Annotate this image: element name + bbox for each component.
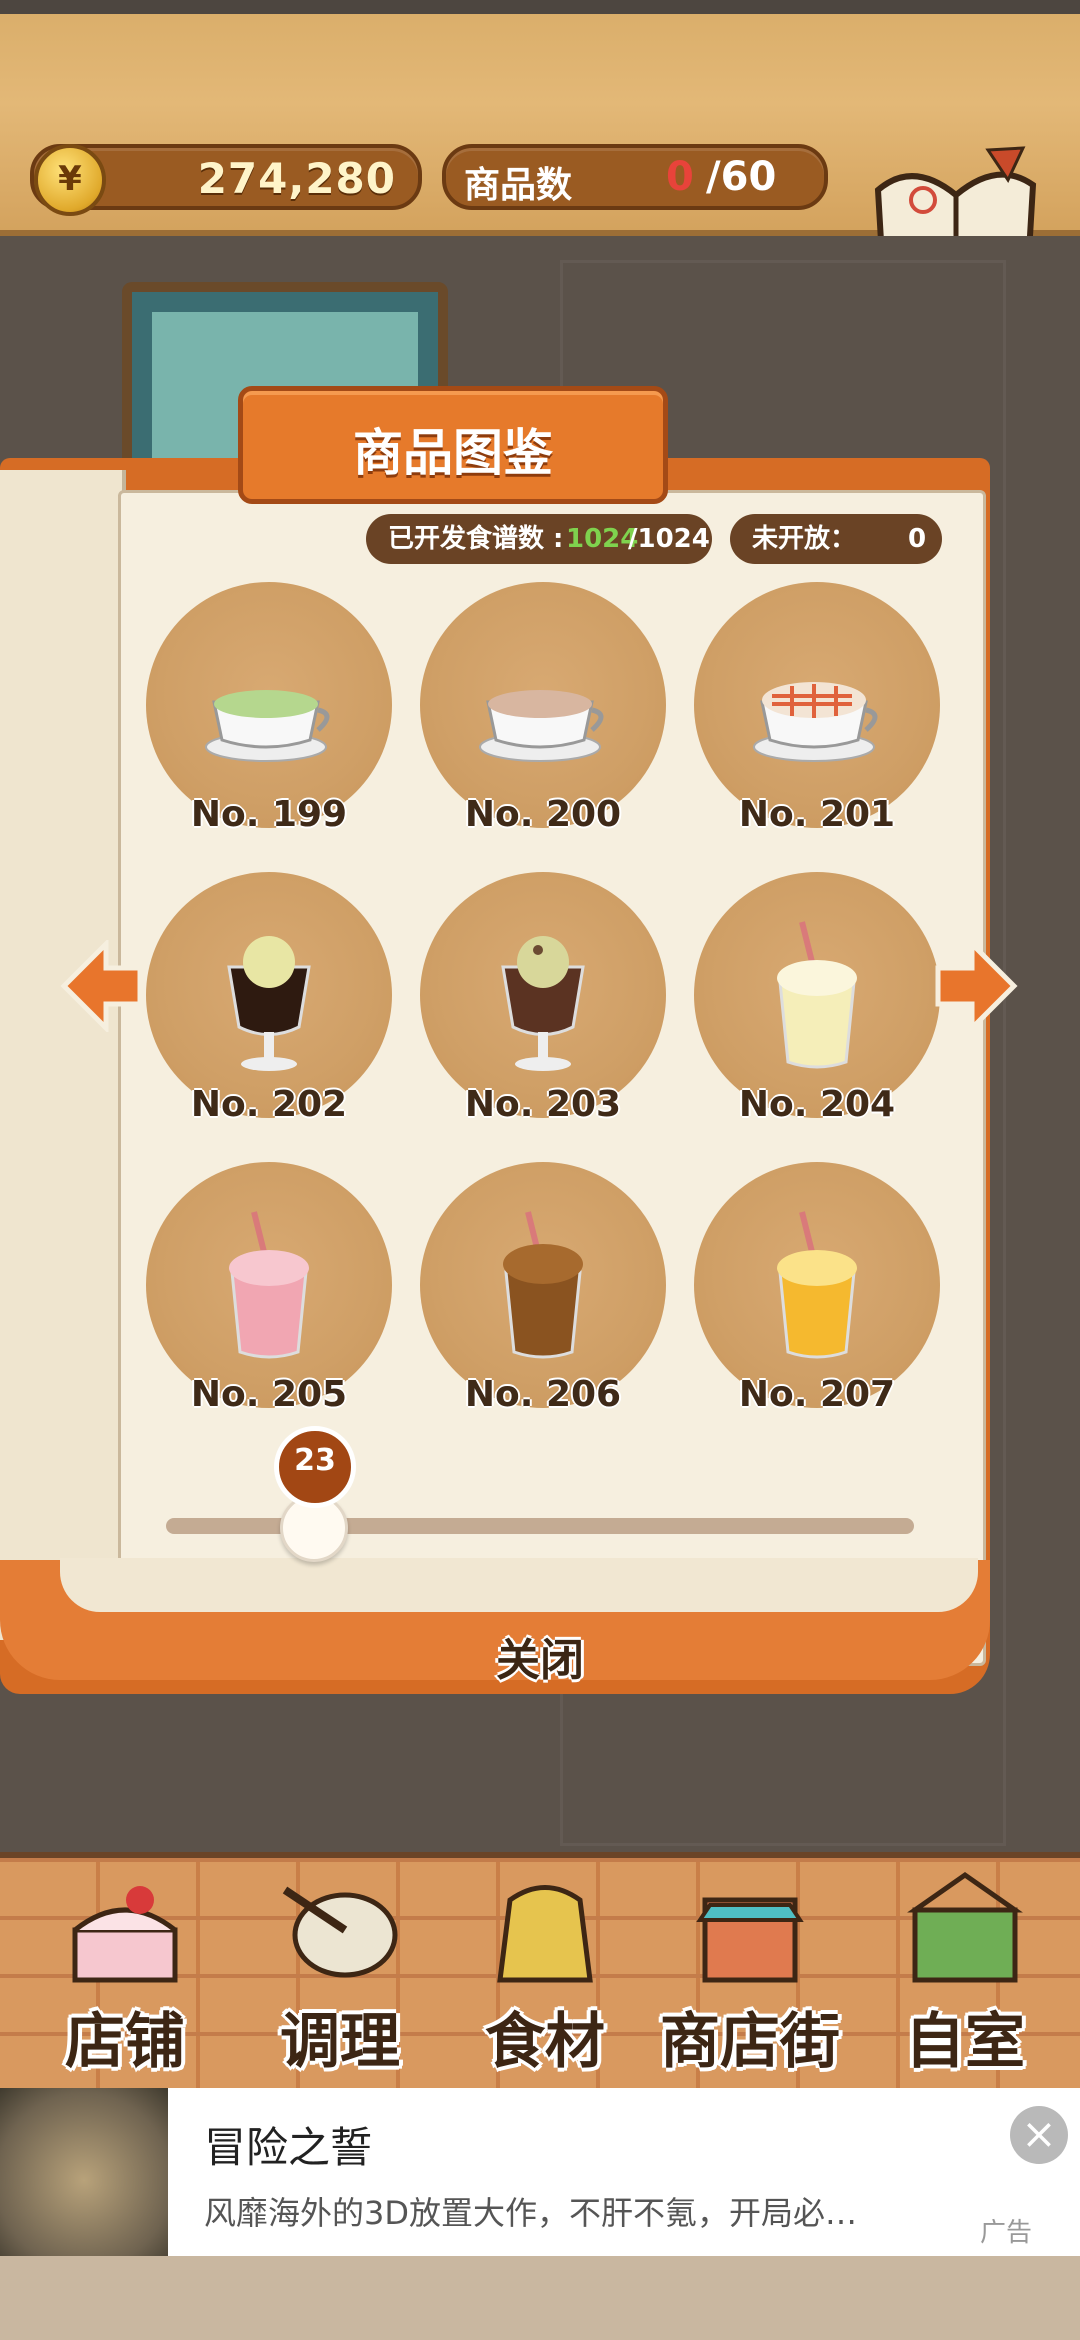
locked-value: 0 (908, 524, 927, 554)
nav-ingredients-label: 食材 (485, 2007, 605, 2077)
ad-close-icon[interactable]: × (1010, 2106, 1068, 2164)
ad-image[interactable] (0, 2088, 168, 2256)
bottom-background-strip (0, 2256, 1080, 2340)
locked-label: 未开放： (752, 524, 857, 554)
developed-total: /1024 (628, 524, 710, 554)
catalog-item[interactable]: No. 203 (420, 872, 666, 1142)
mocha-float-glass-icon (501, 936, 585, 1071)
catalog-item[interactable]: No. 204 (694, 872, 940, 1142)
product-count-total: /60 (706, 154, 777, 200)
status-strip (0, 0, 1080, 14)
money-display: ¥ 274,280 (30, 144, 422, 216)
book-left-page (0, 470, 126, 1640)
item-number: No. 203 (464, 1084, 622, 1125)
page-number-bubble: 23 (274, 1426, 356, 1508)
latte-cup-icon (479, 690, 604, 762)
item-number: No. 204 (738, 1084, 896, 1125)
mango-frappe-icon (777, 1211, 857, 1359)
nav-cook-label: 调理 (280, 2007, 400, 2077)
cake-icon (72, 1886, 178, 1983)
yen-coin-icon: ¥ (34, 144, 106, 216)
money-value: 274,280 (197, 154, 396, 203)
product-count-label: 商品数 (464, 165, 573, 206)
nav-shop-label: 店铺 (65, 2007, 185, 2077)
catalog-item[interactable]: No. 200 (420, 582, 666, 852)
vanilla-frappe-icon (777, 921, 857, 1069)
flour-sack-icon (497, 1885, 593, 1983)
catalog-item[interactable]: No. 201 (694, 582, 940, 852)
product-count-current: 0 (666, 154, 694, 200)
ad-description[interactable]: 风靡海外的3D放置大作，不肝不氪，开局必… (204, 2188, 924, 2234)
caramel-macchiato-cup-icon (753, 682, 878, 762)
catalog-item[interactable]: No. 207 (694, 1162, 940, 1432)
nav-cook-button[interactable]: 调理 (245, 1870, 435, 2080)
ad-title[interactable]: 冒险之誓 (204, 2114, 372, 2175)
developed-recipes-badge: 已开发食谱数 : 1024 /1024 (366, 514, 712, 564)
nav-room-label: 自室 (905, 2007, 1025, 2077)
nav-shop-button[interactable]: 店铺 (30, 1870, 220, 2080)
nav-street-button[interactable]: 商店街 (640, 1870, 860, 2080)
item-number: No. 206 (464, 1374, 622, 1415)
coffee-float-glass-icon (227, 936, 311, 1071)
catalog-item[interactable]: No. 202 (146, 872, 392, 1142)
item-number: No. 201 (738, 794, 896, 835)
mixing-bowl-icon (282, 1886, 398, 1978)
ad-tag: 广告 (980, 2218, 1033, 2248)
ad-banner[interactable]: 冒险之誓 风靡海外的3D放置大作，不肝不氪，开局必… × 广告 (0, 2088, 1080, 2256)
catalog-title: 商品图鉴 (353, 424, 553, 482)
close-button[interactable]: 关闭 (420, 1624, 660, 1688)
nav-street-label: 商店街 (660, 2007, 840, 2077)
product-count-display: 商品数 0 /60 (442, 144, 828, 210)
next-page-arrow-icon[interactable] (934, 940, 1018, 1032)
item-number: No. 205 (190, 1374, 348, 1415)
locked-recipes-badge: 未开放： 0 (730, 514, 942, 564)
item-number: No. 200 (464, 794, 622, 835)
catalog-item[interactable]: No. 199 (146, 582, 392, 852)
catalog-item[interactable]: No. 205 (146, 1162, 392, 1432)
item-number: No. 207 (738, 1374, 896, 1415)
item-number: No. 202 (190, 1084, 348, 1125)
nav-ingredients-button[interactable]: 食材 (455, 1870, 635, 2080)
strawberry-frappe-icon (229, 1211, 309, 1359)
matcha-latte-cup-icon (205, 690, 330, 762)
catalog-title-tab: 商品图鉴 (238, 386, 668, 504)
nav-room-button[interactable]: 自室 (870, 1870, 1060, 2080)
page-slider-track[interactable] (166, 1518, 914, 1534)
item-number: No. 199 (190, 794, 348, 835)
catalog-item[interactable]: No. 206 (420, 1162, 666, 1432)
previous-page-arrow-icon[interactable] (60, 940, 144, 1032)
shop-icon (696, 1897, 804, 1983)
developed-label: 已开发食谱数 : (388, 524, 564, 554)
book-bottom-paper (60, 1558, 978, 1612)
staff-only-sign-icon (907, 1871, 1023, 1983)
chocolate-frappe-icon (503, 1211, 583, 1359)
